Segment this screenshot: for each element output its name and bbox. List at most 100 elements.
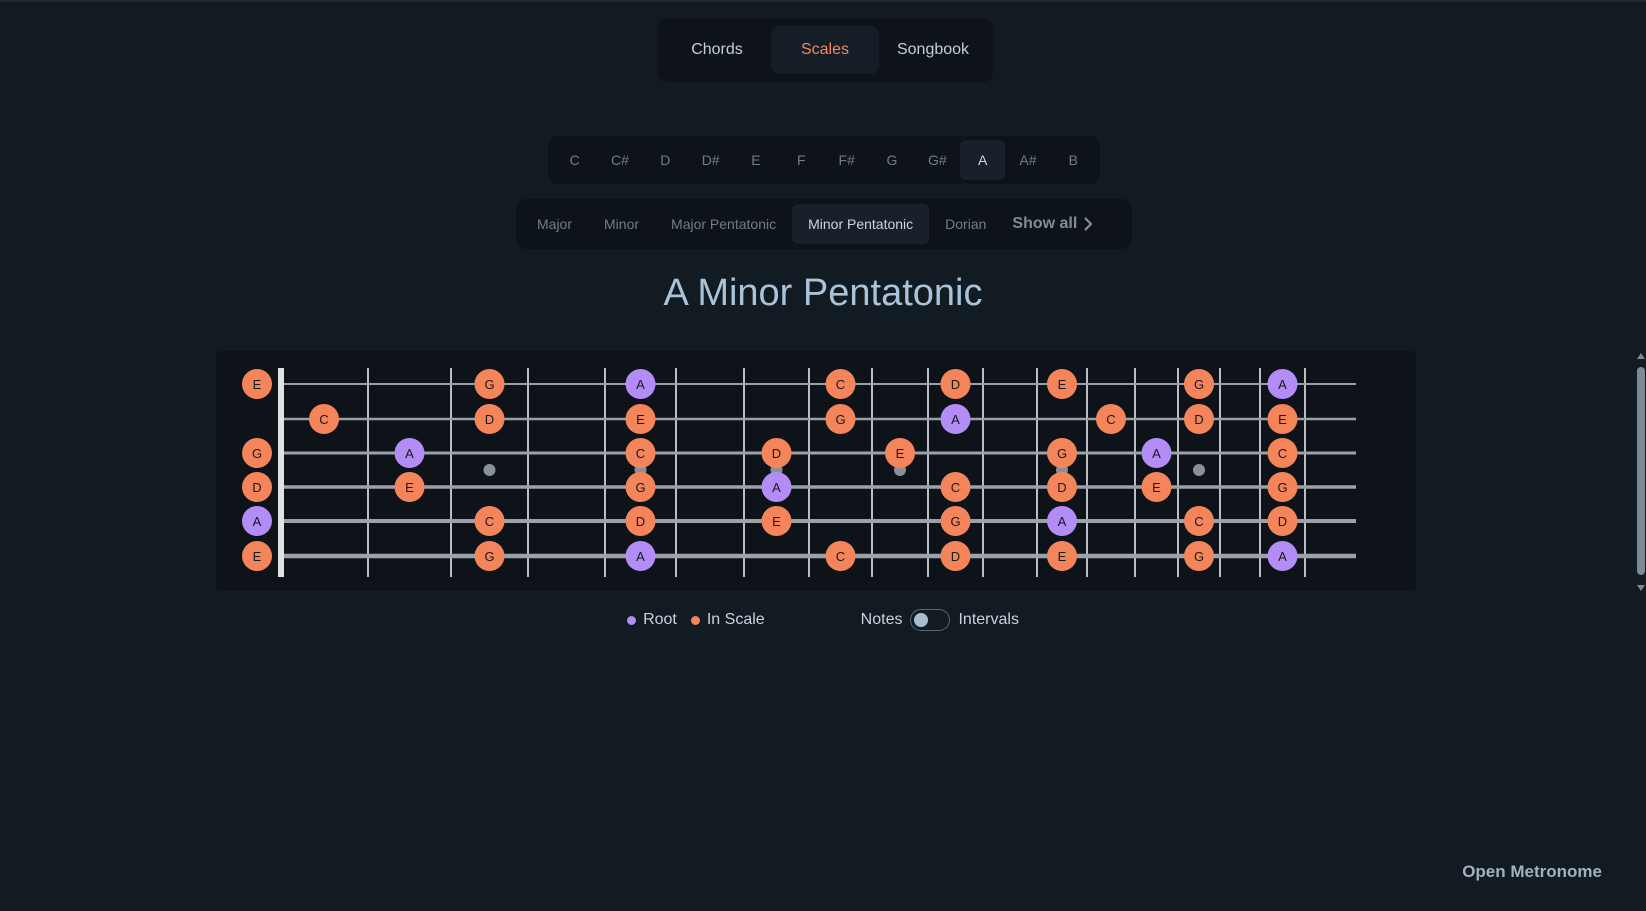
scale-note-marker[interactable]: C	[825, 369, 856, 399]
toggle-knob	[914, 613, 929, 627]
scale-note-marker[interactable]: E	[1047, 541, 1077, 571]
scale-note-marker[interactable]: D	[242, 472, 272, 502]
scale-note-marker[interactable]: D	[940, 369, 971, 399]
scale-dorian[interactable]: Dorian	[929, 204, 1002, 244]
scale-note-marker[interactable]: C	[825, 541, 856, 571]
scale-note-marker[interactable]: D	[940, 541, 971, 571]
note-label: C	[319, 412, 328, 427]
note-label: D	[951, 377, 960, 392]
note-label: C	[836, 549, 845, 564]
key-b[interactable]: B	[1051, 140, 1096, 180]
scale-note-marker[interactable]: C	[940, 472, 971, 502]
note-label: A	[253, 514, 262, 529]
note-label: G	[1057, 446, 1067, 461]
tab-songbook[interactable]: Songbook	[879, 26, 987, 74]
note-label: G	[950, 514, 960, 529]
scale-note-marker[interactable]: E	[242, 369, 272, 399]
scale-minor[interactable]: Minor	[588, 204, 655, 244]
note-label: D	[485, 412, 494, 427]
fretboard: E G A C D E G A C D E G A C D E G A C D E G A C D E G A C D E G A C D E G A C D…	[216, 351, 1416, 591]
scale-note-marker[interactable]: G	[242, 438, 272, 468]
key-a-sharp[interactable]: A#	[1005, 140, 1050, 180]
root-note-marker[interactable]: A	[761, 472, 792, 502]
key-f-sharp[interactable]: F#	[824, 140, 869, 180]
note-label: G	[484, 377, 494, 392]
scale-note-marker[interactable]: C	[1096, 404, 1126, 434]
scroll-thumb[interactable]	[1637, 367, 1645, 575]
scale-note-marker[interactable]: C	[1267, 438, 1298, 468]
root-note-marker[interactable]: A	[1267, 541, 1298, 571]
key-c[interactable]: C	[552, 140, 597, 180]
note-label: E	[636, 412, 645, 427]
notes-intervals-toggle[interactable]	[910, 609, 951, 631]
scale-note-marker[interactable]: G	[1184, 541, 1214, 571]
scale-note-marker[interactable]: D	[761, 438, 792, 468]
root-note-marker[interactable]: A	[242, 506, 272, 536]
show-all-button[interactable]: Show all	[1002, 215, 1093, 233]
note-label: G	[252, 446, 262, 461]
scale-minor-pentatonic[interactable]: Minor Pentatonic	[792, 204, 930, 244]
key-g[interactable]: G	[869, 140, 914, 180]
scale-note-marker[interactable]: G	[940, 506, 971, 536]
note-label: A	[951, 412, 960, 427]
scale-note-marker[interactable]: G	[1047, 438, 1077, 468]
scale-note-marker[interactable]: C	[474, 506, 505, 536]
scale-note-marker[interactable]: G	[825, 404, 856, 434]
scale-note-marker[interactable]: D	[1184, 404, 1214, 434]
key-c-sharp[interactable]: C#	[597, 140, 642, 180]
scale-note-marker[interactable]: E	[1047, 369, 1077, 399]
scale-note-marker[interactable]: E	[242, 541, 272, 571]
scale-major-pentatonic[interactable]: Major Pentatonic	[655, 204, 792, 244]
scale-note-marker[interactable]: E	[885, 438, 915, 468]
notes-label: Notes	[860, 611, 903, 628]
root-note-marker[interactable]: A	[625, 369, 656, 399]
scale-note-marker[interactable]: D	[625, 506, 656, 536]
chevron-right-icon	[1084, 217, 1093, 231]
note-label: E	[1058, 377, 1067, 392]
tab-scales[interactable]: Scales	[771, 26, 879, 74]
scale-note-marker[interactable]: E	[1267, 404, 1298, 434]
root-note-marker[interactable]: A	[1267, 369, 1298, 399]
scale-note-marker[interactable]: D	[1267, 506, 1298, 536]
scale-note-marker[interactable]: G	[1267, 472, 1298, 502]
key-g-sharp[interactable]: G#	[915, 140, 960, 180]
scale-note-marker[interactable]: C	[625, 438, 656, 468]
in-scale-dot-icon	[690, 615, 700, 625]
key-f[interactable]: F	[779, 140, 824, 180]
display-mode-toggle-group: Notes Intervals	[861, 609, 1019, 631]
scale-note-marker[interactable]: E	[625, 404, 656, 434]
scale-note-marker[interactable]: C	[309, 404, 339, 434]
scale-note-marker[interactable]: D	[474, 404, 505, 434]
page-title: A Minor Pentatonic	[663, 272, 983, 314]
root-note-marker[interactable]: A	[940, 404, 971, 434]
root-note-marker[interactable]: A	[625, 541, 656, 571]
scale-note-marker[interactable]: G	[1184, 369, 1214, 399]
main-nav: Chords Scales Songbook	[657, 18, 993, 82]
scale-note-marker[interactable]: E	[394, 472, 425, 502]
key-a[interactable]: A	[959, 140, 1006, 180]
root-note-marker[interactable]: A	[394, 438, 425, 468]
key-e[interactable]: E	[733, 140, 778, 180]
scale-note-marker[interactable]: E	[761, 506, 792, 536]
key-d[interactable]: D	[643, 140, 688, 180]
legend: Root In Scale Notes Intervals	[0, 608, 1646, 632]
note-label: A	[1278, 549, 1287, 564]
scale-note-marker[interactable]: G	[474, 369, 505, 399]
key-d-sharp[interactable]: D#	[688, 140, 733, 180]
note-label: C	[836, 377, 845, 392]
scale-note-marker[interactable]: G	[474, 541, 505, 571]
scrollbar[interactable]	[1636, 353, 1646, 591]
scale-note-marker[interactable]: G	[625, 472, 656, 502]
scroll-down-icon[interactable]	[1637, 585, 1645, 591]
root-note-marker[interactable]: A	[1047, 506, 1077, 536]
open-metronome-button[interactable]: Open Metronome	[1462, 862, 1602, 882]
scale-note-marker[interactable]: E	[1141, 472, 1172, 502]
tab-chords[interactable]: Chords	[663, 26, 771, 74]
scroll-up-icon[interactable]	[1637, 353, 1645, 359]
root-note-marker[interactable]: A	[1141, 438, 1172, 468]
note-label: E	[1058, 549, 1067, 564]
note-label: D	[636, 514, 645, 529]
scale-note-marker[interactable]: C	[1184, 506, 1214, 536]
scale-note-marker[interactable]: D	[1047, 472, 1077, 502]
scale-major[interactable]: Major	[521, 204, 588, 244]
